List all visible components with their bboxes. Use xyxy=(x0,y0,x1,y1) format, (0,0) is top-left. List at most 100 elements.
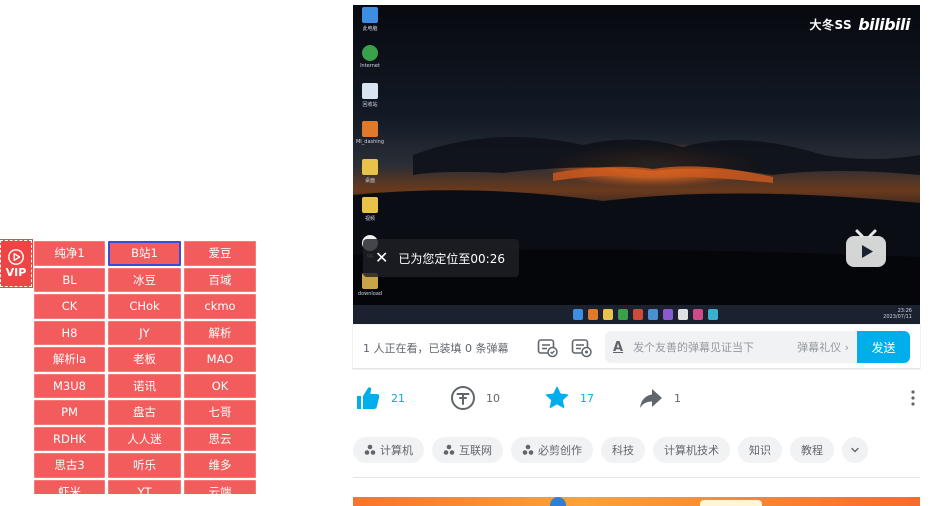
tag-label: 科技 xyxy=(612,444,634,457)
start-icon xyxy=(573,309,583,320)
watermark-logo: bilibili xyxy=(858,15,910,34)
favorite-button[interactable]: 17 xyxy=(544,385,594,411)
parser-button[interactable]: JY xyxy=(108,320,181,345)
danmaku-etiquette-link[interactable]: 弹幕礼仪 › xyxy=(797,339,849,355)
tag-chip[interactable]: 科技 xyxy=(601,437,645,463)
like-count: 21 xyxy=(391,391,405,405)
share-button[interactable]: 1 xyxy=(638,385,681,411)
close-icon[interactable]: ✕ xyxy=(375,250,388,266)
toast-message: 已为您定位至00:26 xyxy=(398,251,505,266)
expand-tags-button[interactable] xyxy=(842,437,868,463)
coin-button[interactable]: 10 xyxy=(450,385,500,411)
send-button[interactable]: 发送 xyxy=(857,331,910,363)
parser-button[interactable]: 思云 xyxy=(184,426,256,451)
tag-list: 计算机 互联网 必剪创作 科技 计算机技术 知识 教程 xyxy=(353,437,920,465)
app-icon xyxy=(678,309,688,320)
section-divider xyxy=(353,477,920,478)
parser-button[interactable]: 冰豆 xyxy=(108,267,181,292)
viewer-info: 1 人正在看，已装填 0 条弹幕 xyxy=(363,342,509,355)
parser-button[interactable]: M3U8 xyxy=(34,373,105,398)
parser-button[interactable]: 盘古 xyxy=(108,400,181,425)
coin-count: 10 xyxy=(486,391,500,405)
danmaku-toggle-icon[interactable] xyxy=(536,336,558,358)
parser-button[interactable]: YT xyxy=(108,479,181,494)
folder-icon xyxy=(603,309,613,320)
app-icon xyxy=(693,309,703,320)
app-icon xyxy=(633,309,643,320)
like-button[interactable]: 21 xyxy=(355,385,405,411)
video-player[interactable]: 此电脑 Internet 回收站 MI_dashing 桌面 视频 qq dow… xyxy=(353,5,920,325)
danmaku-placeholder: 发个友善的弹幕见证当下 xyxy=(633,341,755,354)
app-icon xyxy=(708,309,718,320)
tag-dots-icon xyxy=(364,444,376,455)
tv-icon[interactable] xyxy=(843,225,889,271)
tag-label: 计算机 xyxy=(380,444,413,457)
tag-chip[interactable]: 计算机技术 xyxy=(653,437,730,463)
parser-button[interactable]: ckmo xyxy=(184,294,256,319)
parser-button[interactable]: 听乐 xyxy=(108,453,181,478)
promo-banner[interactable] xyxy=(353,497,920,506)
desktop-icon: Internet xyxy=(356,45,384,79)
more-options-icon[interactable] xyxy=(910,389,916,407)
video-frame xyxy=(353,5,920,325)
resume-toast: ✕ 已为您定位至00:26 xyxy=(363,239,519,277)
parser-button[interactable]: H8 xyxy=(34,320,105,345)
tag-dots-icon xyxy=(443,444,455,455)
tag-label: 知识 xyxy=(749,444,771,457)
parser-button[interactable]: RDHK xyxy=(34,426,105,451)
danmaku-bar: 1 人正在看，已装填 0 条弹幕 A 发个友善的弹幕见证当下 弹幕礼仪 › 发送 xyxy=(353,325,920,369)
parser-button[interactable]: 人人迷 xyxy=(108,426,181,451)
tag-chip[interactable]: 互联网 xyxy=(432,437,503,463)
video-actions: 21 10 17 1 xyxy=(353,380,920,416)
coin-icon xyxy=(451,386,475,410)
parser-button[interactable]: B站1 xyxy=(108,241,181,266)
tag-chip[interactable]: 计算机 xyxy=(353,437,424,463)
parser-button[interactable]: BL xyxy=(34,267,105,292)
app-icon xyxy=(648,309,658,320)
tag-chip[interactable]: 必剪创作 xyxy=(511,437,593,463)
play-circle-icon xyxy=(8,249,24,265)
parser-button[interactable]: 解析la xyxy=(34,347,105,372)
bilibili-watermark: 大冬SS bilibili xyxy=(809,15,910,34)
parser-button[interactable]: 纯净1 xyxy=(34,241,105,266)
parser-button[interactable]: 七哥 xyxy=(184,400,256,425)
parser-button[interactable]: 百域 xyxy=(184,267,256,292)
parser-button[interactable]: PM xyxy=(34,400,105,425)
share-count: 1 xyxy=(674,391,681,405)
favorite-count: 17 xyxy=(580,391,594,405)
parser-button[interactable]: MAO xyxy=(184,347,256,372)
tag-dots-icon xyxy=(522,444,534,455)
parser-button[interactable]: 爱豆 xyxy=(184,241,256,266)
desktop-icon: 回收站 xyxy=(356,83,384,117)
desktop-icon: 此电脑 xyxy=(356,7,384,41)
tag-label: 教程 xyxy=(801,444,823,457)
parser-button[interactable]: OK xyxy=(184,373,256,398)
desktop-icon: download xyxy=(356,273,384,307)
tag-label: 必剪创作 xyxy=(538,444,582,457)
parser-button[interactable]: 思古3 xyxy=(34,453,105,478)
banner-decoration xyxy=(700,500,762,506)
parser-button[interactable]: 老板 xyxy=(108,347,181,372)
vip-badge[interactable]: VIP xyxy=(0,239,33,288)
desktop-icon: 视频 xyxy=(356,197,384,231)
vip-label: VIP xyxy=(5,266,27,279)
parser-button[interactable]: 诺讯 xyxy=(108,373,181,398)
tag-chip[interactable]: 教程 xyxy=(790,437,834,463)
thumbs-up-icon xyxy=(357,387,380,409)
browser-icon xyxy=(618,309,628,320)
watermark-user: 大冬SS xyxy=(809,18,853,32)
parser-button[interactable]: 云端 xyxy=(184,479,256,494)
parser-button[interactable]: CHok xyxy=(108,294,181,319)
parser-button[interactable]: CK xyxy=(34,294,105,319)
danmaku-input[interactable]: A 发个友善的弹幕见证当下 弹幕礼仪 › xyxy=(605,331,857,363)
desktop-icon: MI_dashing xyxy=(356,121,384,155)
parser-button[interactable]: 虾米 xyxy=(34,479,105,494)
parser-button[interactable]: 解析 xyxy=(184,320,256,345)
star-icon xyxy=(545,386,569,408)
desktop-icon: 桌面 xyxy=(356,159,384,193)
parser-button[interactable]: 维多 xyxy=(184,453,256,478)
danmaku-settings-icon[interactable] xyxy=(570,336,592,358)
tag-label: 计算机技术 xyxy=(664,444,719,457)
tag-chip[interactable]: 知识 xyxy=(738,437,782,463)
text-style-icon[interactable]: A xyxy=(613,340,623,355)
